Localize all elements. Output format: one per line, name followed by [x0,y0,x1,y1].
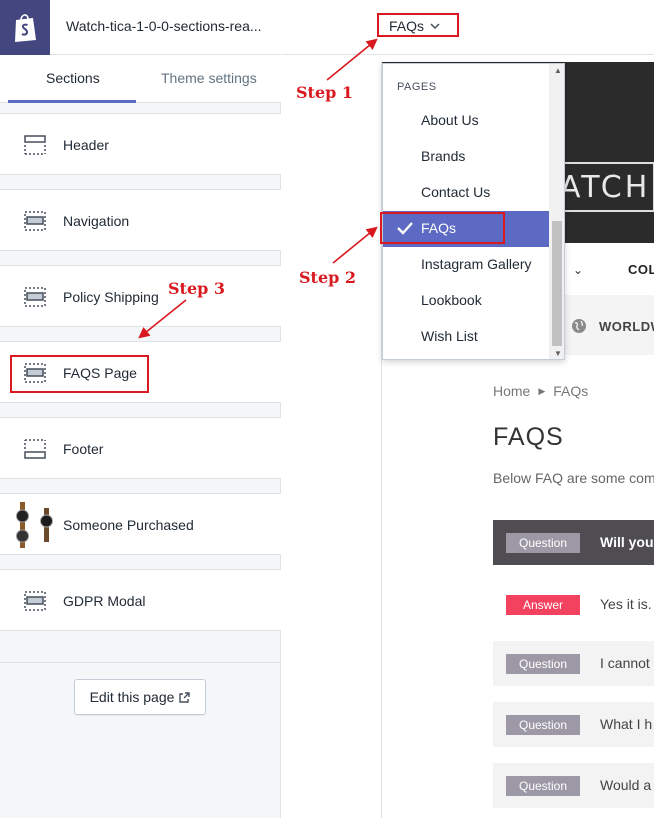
question-badge: Question [506,776,580,796]
section-label: Someone Purchased [63,517,194,533]
edit-this-page-button[interactable]: Edit this page [74,679,206,715]
breadcrumb-current: FAQs [553,383,589,399]
dropdown-scroll-thumb[interactable] [552,221,562,346]
tab-theme-settings[interactable]: Theme settings [161,70,257,86]
dropdown-item-instagram-gallery[interactable]: Instagram Gallery [383,247,549,283]
section-label: Navigation [63,213,130,229]
scroll-down-icon[interactable]: ▼ [554,349,562,358]
step1-label: Step 1 [296,83,354,102]
dropdown-item-label: Brands [421,148,466,164]
question-badge: Question [506,654,580,674]
store-name: Watch-tica-1-0-0-sections-rea... [66,18,262,34]
watch-thumbnail [16,502,53,548]
shopify-logo[interactable] [0,0,50,55]
breadcrumb-home[interactable]: Home [493,383,530,399]
section-gdpr-modal[interactable]: GDPR Modal [0,569,281,631]
section-layout-icon [24,287,46,307]
preview-toolbar [282,0,654,55]
dropdown-item-label: Wish List [421,328,478,344]
section-someone-purchased[interactable]: Someone Purchased [0,493,281,555]
step2-arrow [332,226,378,264]
section-policy-shipping[interactable]: Policy Shipping [0,265,281,327]
navigation-layout-icon [24,211,46,231]
dropdown-item-label: Lookbook [421,292,482,308]
dropdown-item-brands[interactable]: Brands [383,139,549,175]
active-tab-indicator [8,100,136,103]
section-label: Policy Shipping [63,289,159,305]
page-intro: Below FAQ are some com [493,470,654,486]
faq-question-row[interactable]: Question Would a [493,763,654,808]
external-link-icon [179,691,191,703]
question-badge: Question [506,533,580,553]
tab-sections[interactable]: Sections [46,70,100,86]
step2-label: Step 2 [299,268,357,287]
scroll-up-icon[interactable]: ▲ [554,66,562,75]
faq-answer-row: Answer Yes it is. [493,582,654,627]
page-title: FAQS [493,423,564,451]
step3-label: Step 3 [168,279,226,298]
faq-text: What I h [600,716,653,732]
question-badge: Question [506,715,580,735]
breadcrumb: Home ▶ FAQs [493,383,588,399]
footer-layout-icon [24,439,46,459]
dropdown-item-lookbook[interactable]: Lookbook [383,283,549,319]
shopify-bag-icon [15,14,36,42]
section-header[interactable]: Header [0,113,281,175]
step3-highlight-box [10,355,149,393]
edit-this-page-label: Edit this page [89,689,175,705]
theme-editor-sidebar: Watch-tica-1-0-0-sections-rea... Section… [0,0,281,818]
sidebar-topbar: Watch-tica-1-0-0-sections-rea... [0,0,281,55]
faq-question-row[interactable]: Question Will your [493,520,654,565]
faq-question-row[interactable]: Question I cannot [493,641,654,686]
dropdown-item-wish-list[interactable]: Wish List [383,319,549,355]
dropdown-item-label: About Us [421,112,479,128]
faq-text: Would a [600,777,652,793]
header-layout-icon [24,135,46,155]
faq-text: Yes it is. [600,596,652,612]
section-label: GDPR Modal [63,593,146,609]
dropdown-item-about-us[interactable]: About Us [383,103,549,139]
breadcrumb-separator-icon: ▶ [538,385,546,396]
section-navigation[interactable]: Navigation [0,189,281,251]
faq-text: I cannot [600,655,650,671]
step2-highlight-box [380,212,505,244]
section-label: Footer [63,441,104,457]
section-layout-icon [24,591,46,611]
step1-highlight-box [377,13,459,37]
divider [0,662,281,663]
sidebar-tabs: Sections Theme settings [0,55,281,103]
dropdown-heading: PAGES [397,81,437,93]
answer-badge: Answer [506,595,580,615]
section-label: Header [63,137,109,153]
dropdown-item-label: Instagram Gallery [421,256,532,272]
globe-icon [572,319,586,333]
faq-text: Will your [600,534,654,550]
chevron-down-icon[interactable]: ⌄ [573,263,583,277]
dropdown-item-label: Contact Us [421,184,491,200]
shipping-text: WORLDW [599,319,654,334]
nav-item-collections[interactable]: COL [628,262,654,277]
section-footer[interactable]: Footer [0,417,281,479]
faq-question-row[interactable]: Question What I h [493,702,654,747]
dropdown-item-contact-us[interactable]: Contact Us [383,175,549,211]
